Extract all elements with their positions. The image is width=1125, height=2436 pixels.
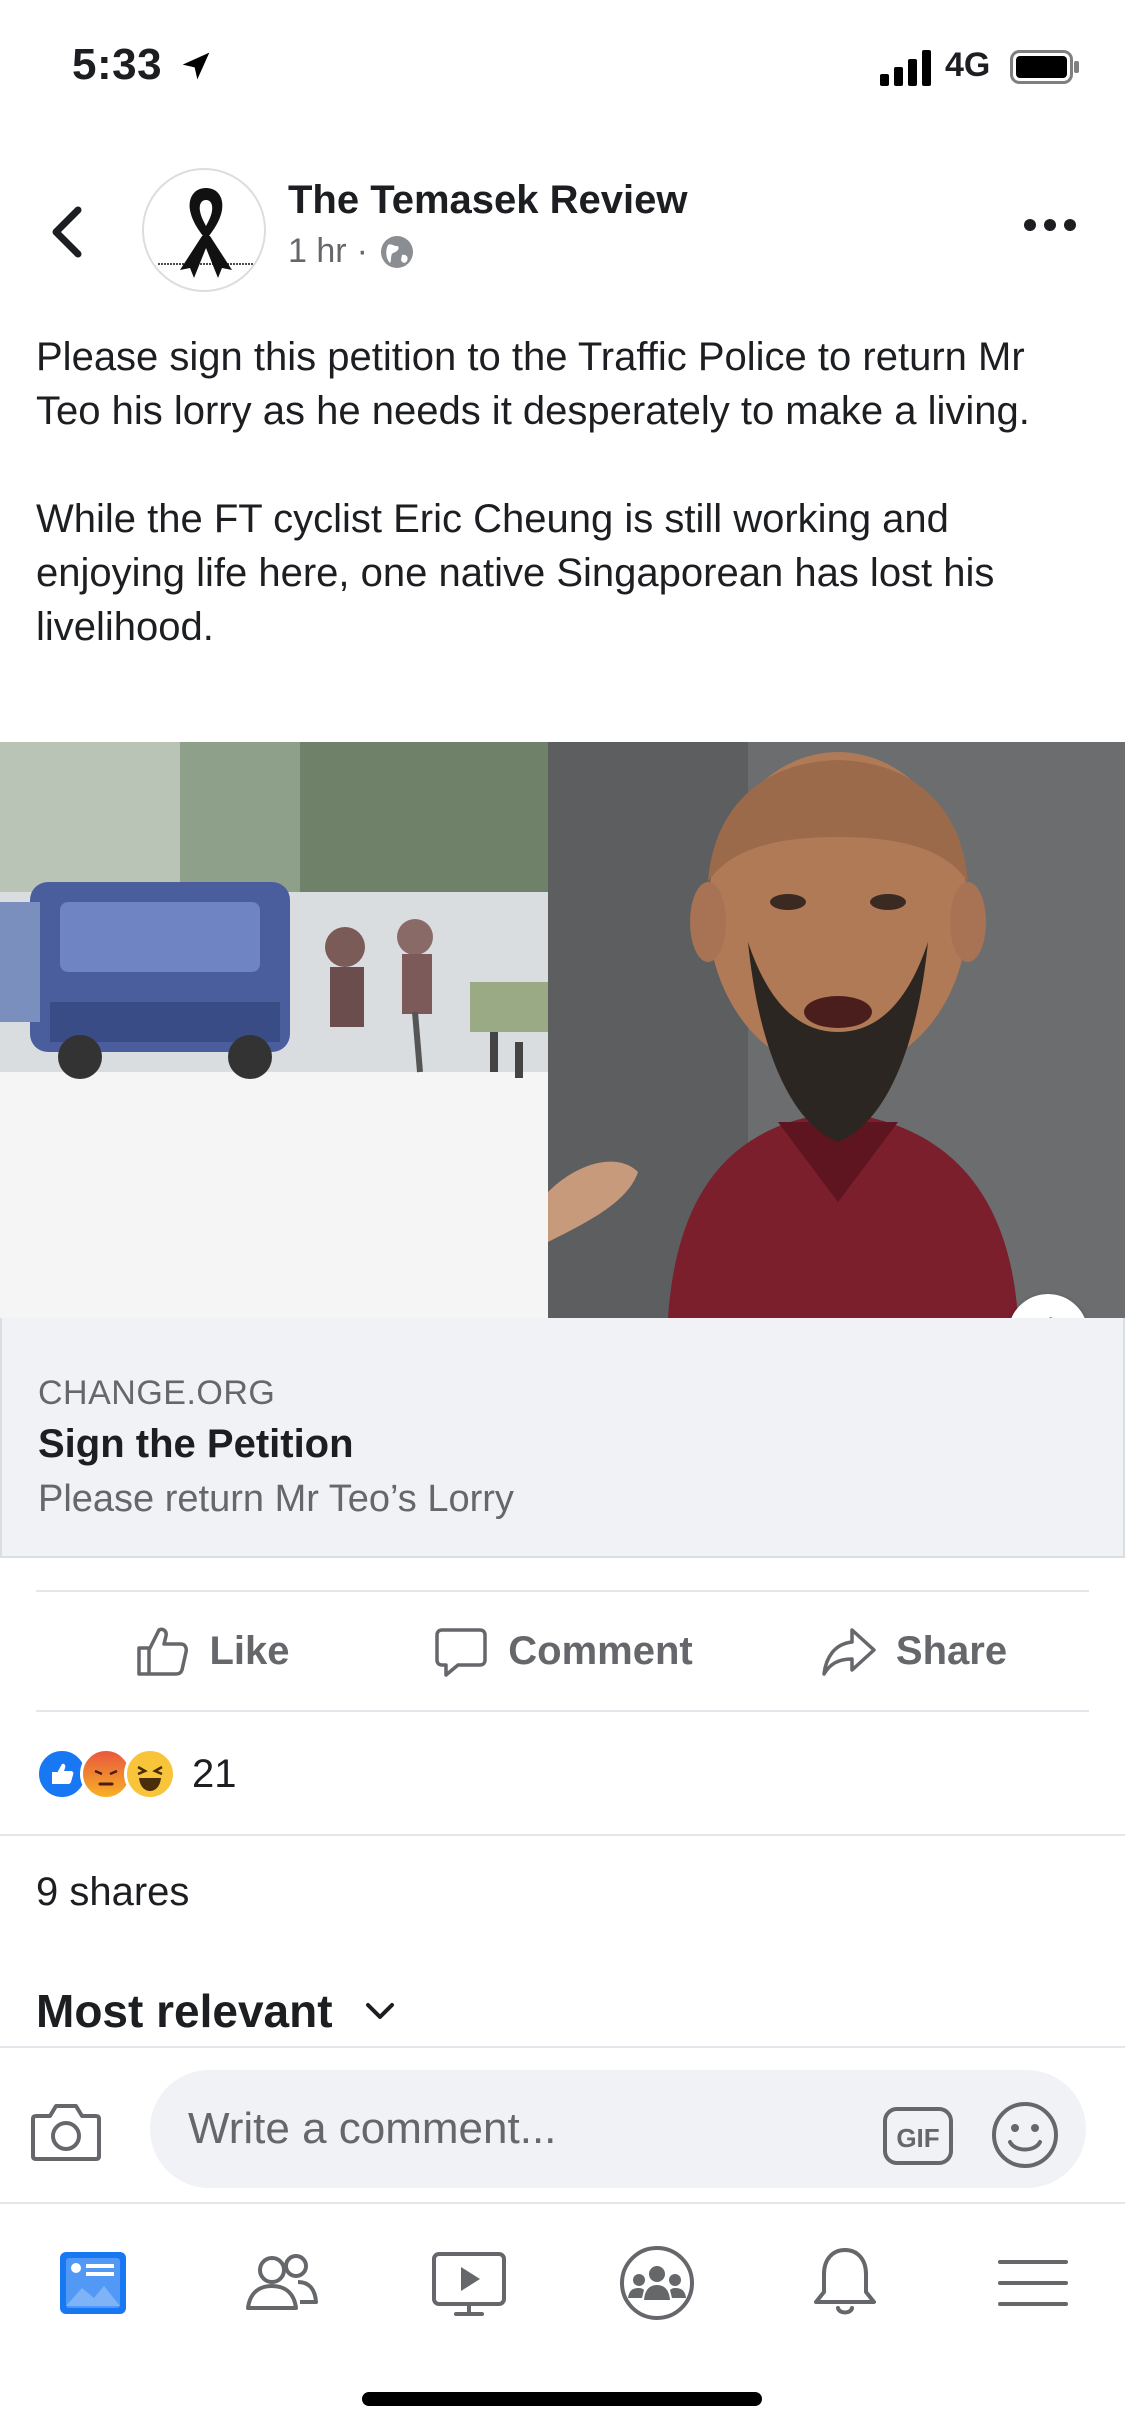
network-type: 4G <box>945 46 991 84</box>
link-preview-image[interactable] <box>0 742 1125 1318</box>
man-portrait-photo <box>548 742 1125 1318</box>
post-body: Please sign this petition to the Traffic… <box>36 330 1096 708</box>
reaction-summary[interactable]: 21 <box>36 1746 237 1802</box>
comment-label: Comment <box>508 1628 693 1673</box>
reaction-count: 21 <box>192 1751 237 1796</box>
location-arrow-icon <box>182 52 210 80</box>
globe-icon <box>380 235 413 268</box>
share-label: Share <box>895 1628 1008 1673</box>
post-author[interactable]: The Temasek Review <box>288 178 687 223</box>
gif-icon[interactable]: GIF <box>882 2106 954 2166</box>
comment-button[interactable]: Comment <box>387 1592 738 1710</box>
like-label: Like <box>209 1628 290 1673</box>
camera-icon[interactable] <box>30 2098 102 2164</box>
haha-reaction-icon <box>124 1748 176 1800</box>
link-title: Sign the Petition <box>38 1422 354 1466</box>
traffic-scene-photo <box>0 742 548 1318</box>
thumbs-up-icon <box>137 1627 189 1676</box>
post-paragraph: Please sign this petition to the Traffic… <box>36 335 1030 433</box>
chevron-down-icon <box>365 2003 394 2019</box>
post-meta: 1 hr · <box>288 232 416 271</box>
watch-icon[interactable] <box>426 2240 512 2326</box>
emoji-icon[interactable] <box>990 2100 1060 2170</box>
sort-label: Most relevant <box>36 1985 333 2037</box>
link-description: Please return Mr Teo’s Lorry <box>38 1478 514 1520</box>
cellular-signal-icon <box>880 50 931 86</box>
link-domain: CHANGE.ORG <box>38 1374 276 1412</box>
status-time: 5:33 <box>72 40 163 89</box>
status-bar: 5:33 4G <box>0 0 1125 140</box>
link-preview-meta[interactable]: CHANGE.ORG Sign the Petition Please retu… <box>0 1318 1125 1558</box>
black-ribbon-icon <box>158 188 254 278</box>
post-action-bar: Like Comment Share <box>36 1590 1089 1712</box>
more-options-icon[interactable] <box>1020 210 1080 240</box>
groups-icon[interactable] <box>614 2240 700 2326</box>
avatar[interactable] <box>142 168 266 292</box>
home-indicator[interactable] <box>362 2392 762 2406</box>
comment-composer: GIF <box>0 2046 1125 2202</box>
comment-bubble-icon <box>435 1628 488 1677</box>
post-time: 1 hr <box>288 232 347 270</box>
divider <box>0 1834 1125 1836</box>
friends-icon[interactable] <box>238 2240 324 2326</box>
comment-sort-dropdown[interactable]: Most relevant <box>36 1984 397 2038</box>
share-button[interactable]: Share <box>738 1592 1089 1710</box>
post-header: The Temasek Review 1 hr · <box>0 160 1125 300</box>
share-count[interactable]: 9 shares <box>36 1870 189 1915</box>
back-arrow-icon[interactable] <box>44 200 92 264</box>
notifications-icon[interactable] <box>802 2240 888 2326</box>
news-feed-icon[interactable] <box>50 2240 136 2326</box>
meta-separator: · <box>356 232 368 270</box>
battery-icon <box>1010 50 1079 84</box>
post-paragraph: While the FT cyclist Eric Cheung is stil… <box>36 497 995 649</box>
like-button[interactable]: Like <box>36 1592 387 1710</box>
gif-label: GIF <box>896 2123 939 2153</box>
share-arrow-icon <box>822 1628 876 1676</box>
menu-icon[interactable] <box>990 2240 1076 2326</box>
